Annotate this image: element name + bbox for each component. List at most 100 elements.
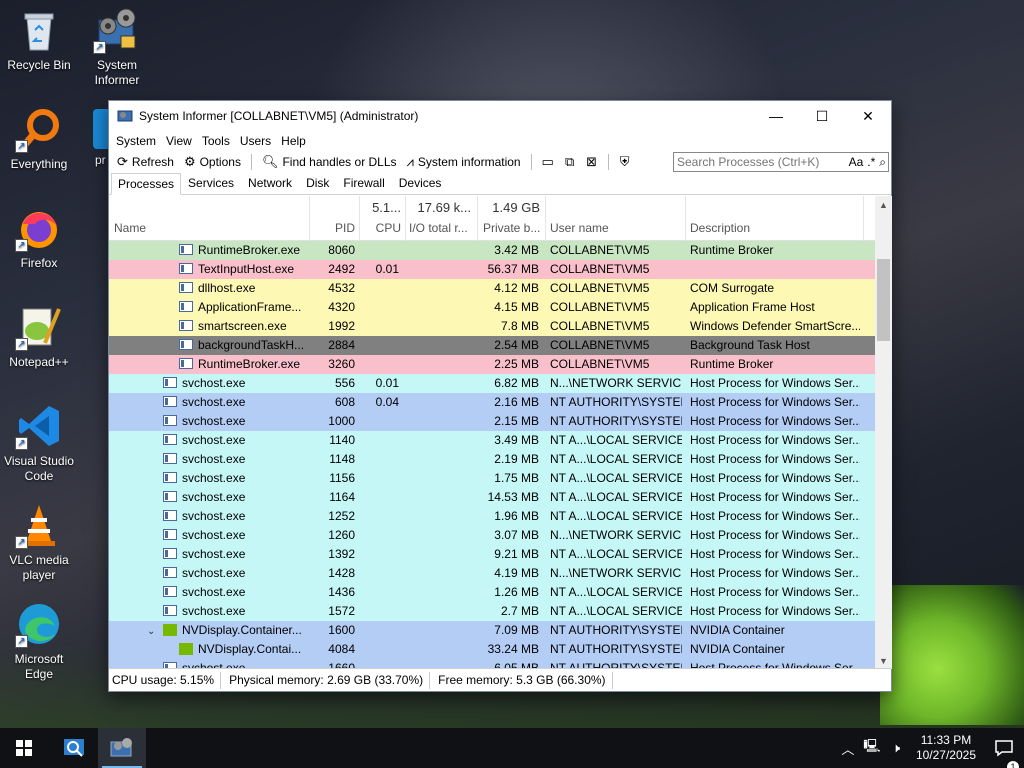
process-cpu: 0.01 <box>375 262 399 276</box>
process-name-cell: svchost.exe <box>163 490 305 504</box>
chevron-down-icon[interactable]: ⌄ <box>147 626 159 637</box>
desktop-icon-recycle-bin[interactable]: Recycle Bin <box>1 6 77 73</box>
process-description: Host Process for Windows Ser... <box>690 528 860 542</box>
process-row[interactable]: svchost.exe 1428 4.19 MB N...\NETWORK SERVI… <box>109 564 875 583</box>
desktop-icon-everything[interactable]: ↗ Everything <box>1 105 77 172</box>
process-window-icon <box>179 263 193 274</box>
maximize-button[interactable]: ☐ <box>799 101 845 131</box>
process-row[interactable]: svchost.exe 1148 2.19 MB NT A...\LOCAL SERV… <box>109 450 875 469</box>
scrollbar-thumb[interactable] <box>877 259 890 341</box>
close-window-icon[interactable]: ⊠ <box>582 152 602 172</box>
process-private-bytes: 2.19 MB <box>494 452 539 466</box>
options-button[interactable]: ⚙ Options <box>180 152 245 172</box>
process-row[interactable]: smartscreen.exe 1992 7.8 MB COLLABNET\VM5 Wi… <box>109 317 875 336</box>
tab-disk[interactable]: Disk <box>299 172 336 194</box>
process-row[interactable]: svchost.exe 1140 3.49 MB NT A...\LOCAL SERV… <box>109 431 875 450</box>
process-private-bytes: 9.21 MB <box>494 547 539 561</box>
volume-muted-icon[interactable]: 🕨︎ <box>884 740 908 756</box>
process-row[interactable]: svchost.exe 1252 1.96 MB NT A...\LOCAL SERV… <box>109 507 875 526</box>
desktop-icon-vscode[interactable]: ↗ Visual Studio Code <box>1 402 77 484</box>
taskbar-system-informer[interactable] <box>98 728 146 768</box>
process-row[interactable]: svchost.exe 1260 3.07 MB N...\NETWORK SERVI… <box>109 526 875 545</box>
system-informer-window: System Informer [COLLABNET\VM5] (Adminis… <box>108 100 892 692</box>
menu-help[interactable]: Help <box>276 134 311 148</box>
start-button[interactable] <box>0 728 48 768</box>
desktop-icon-firefox[interactable]: ↗ Firefox <box>1 204 77 271</box>
column-name[interactable]: Name <box>114 221 146 235</box>
column-io[interactable]: I/O total r... <box>409 221 473 235</box>
process-row[interactable]: svchost.exe 1164 14.53 MB NT A...\LOCAL SER… <box>109 488 875 507</box>
chevron-up-icon[interactable]: ︿ <box>836 739 860 758</box>
process-row[interactable]: svchost.exe 1156 1.75 MB NT A...\LOCAL SERV… <box>109 469 875 488</box>
case-sensitive-toggle[interactable]: Aa <box>847 155 866 169</box>
desktop-icon-system-informer[interactable]: ↗ System Informer <box>79 6 155 88</box>
process-pid: 608 <box>334 395 355 409</box>
process-name: RuntimeBroker.exe <box>198 357 301 371</box>
scroll-up-arrow-icon[interactable]: ▲ <box>875 196 892 213</box>
process-rows: RuntimeBroker.exe 8060 3.42 MB COLLABNET\VM… <box>109 241 875 669</box>
process-name-cell: RuntimeBroker.exe <box>179 357 305 371</box>
process-window-icon <box>163 434 177 445</box>
column-private-bytes[interactable]: Private b... <box>483 221 543 235</box>
process-row[interactable]: NVDisplay.Contai... 4084 33.24 MB NT AUTHOR… <box>109 640 875 659</box>
process-description: NVIDIA Container <box>690 623 785 637</box>
system-information-button[interactable]: ⩘ System information <box>403 152 525 172</box>
tab-network[interactable]: Network <box>241 172 299 194</box>
process-row[interactable]: RuntimeBroker.exe 3260 2.25 MB COLLABNET\VM… <box>109 355 875 374</box>
refresh-button[interactable]: ⟳ Refresh <box>113 152 178 172</box>
process-row[interactable]: svchost.exe 1572 2.7 MB NT A...\LOCAL SERVI… <box>109 602 875 621</box>
scroll-down-arrow-icon[interactable]: ▼ <box>875 652 892 669</box>
process-row[interactable]: svchost.exe 1436 1.26 MB NT A...\LOCAL SERV… <box>109 583 875 602</box>
window-titlebar[interactable]: System Informer [COLLABNET\VM5] (Adminis… <box>109 101 891 131</box>
desktop-icon-edge[interactable]: ↗ Microsoft Edge <box>1 600 77 682</box>
process-row[interactable]: ApplicationFrame... 4320 4.15 MB COLLABNET\… <box>109 298 875 317</box>
column-pid[interactable]: PID <box>309 221 355 235</box>
tab-firewall[interactable]: Firewall <box>336 172 391 194</box>
desktop-icon-partial[interactable]: pr <box>79 105 109 168</box>
network-icon[interactable]: 🖳︎ <box>860 737 884 759</box>
process-row[interactable]: svchost.exe 556 0.01 6.82 MB N...\NETWORK SE… <box>109 374 875 393</box>
process-row[interactable]: RuntimeBroker.exe 8060 3.42 MB COLLABNET\VM… <box>109 241 875 260</box>
taskbar-search-app[interactable] <box>50 728 98 768</box>
window-icon[interactable]: ▭ <box>538 152 558 172</box>
process-row[interactable]: ⌄ NVDisplay.Container... 1600 7.09 MB NT AUT… <box>109 621 875 640</box>
clock[interactable]: 11:33 PM 10/27/2025 <box>908 733 984 763</box>
desktop-icon-vlc[interactable]: ↗ VLC media player <box>1 501 77 583</box>
find-handles-button[interactable]: 🔍︎ Find handles or DLLs <box>258 152 401 172</box>
shortcut-arrow-icon: ↗ <box>15 338 28 351</box>
search-input[interactable] <box>677 155 847 169</box>
shield-icon[interactable]: ⛨ <box>615 152 635 172</box>
process-window-icon <box>163 453 177 464</box>
close-button[interactable]: ✕ <box>845 101 891 131</box>
regex-toggle[interactable]: .* <box>865 155 877 169</box>
process-row[interactable]: dllhost.exe 4532 4.12 MB COLLABNET\VM5 COM S… <box>109 279 875 298</box>
edge-icon: ↗ <box>15 600 63 648</box>
process-tree[interactable]: Name PID 5.1... CPU 17.69 k... I/O total… <box>109 196 875 669</box>
column-description[interactable]: Description <box>690 221 750 235</box>
process-row[interactable]: svchost.exe 1000 2.15 MB NT AUTHORITY\SYSTE… <box>109 412 875 431</box>
desktop-icon-notepadpp[interactable]: ↗ Notepad++ <box>1 303 77 370</box>
menu-tools[interactable]: Tools <box>197 134 235 148</box>
vertical-scrollbar[interactable]: ▲ ▼ <box>875 196 892 669</box>
process-name: svchost.exe <box>182 471 246 485</box>
process-row[interactable]: backgroundTaskH... 2884 2.54 MB COLLABNET\V… <box>109 336 875 355</box>
menu-users[interactable]: Users <box>235 134 276 148</box>
desktop-icon-label: System Informer <box>94 58 140 87</box>
search-icon[interactable]: ⌕ <box>877 155 888 170</box>
menu-system[interactable]: System <box>111 134 161 148</box>
process-row[interactable]: TextInputHost.exe 2492 0.01 56.37 MB COLLABN… <box>109 260 875 279</box>
column-user-name[interactable]: User name <box>550 221 609 235</box>
clock-time: 11:33 PM <box>920 733 972 747</box>
process-description: Host Process for Windows Ser... <box>690 490 860 504</box>
tab-devices[interactable]: Devices <box>392 172 449 194</box>
notification-center-button[interactable]: 1 <box>984 739 1024 768</box>
menu-view[interactable]: View <box>161 134 197 148</box>
process-row[interactable]: svchost.exe 1392 9.21 MB NT A...\LOCAL SERV… <box>109 545 875 564</box>
tab-processes[interactable]: Processes <box>111 173 182 195</box>
search-box[interactable]: Aa .* ⌕ <box>673 152 889 172</box>
minimize-button[interactable]: — <box>753 101 799 131</box>
column-cpu[interactable]: CPU <box>359 221 401 235</box>
find-window-icon[interactable]: ⧉ <box>560 152 580 172</box>
tab-services[interactable]: Services <box>181 172 241 194</box>
process-row[interactable]: svchost.exe 608 0.04 2.16 MB NT AUTHORITY\SY… <box>109 393 875 412</box>
